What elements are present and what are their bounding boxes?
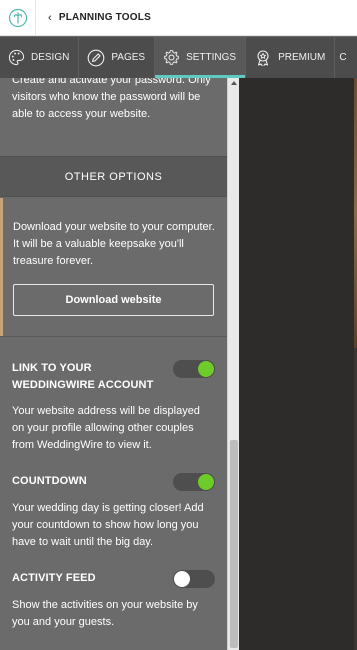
chevron-left-icon: ‹ — [48, 11, 52, 24]
scroll-thumb[interactable] — [230, 440, 238, 648]
app-logo[interactable] — [0, 0, 36, 36]
tab-settings-label: SETTINGS — [186, 52, 237, 63]
panel-scrollbar[interactable] — [227, 78, 239, 650]
tab-pages[interactable]: PAGES — [79, 37, 156, 78]
option-description: Your wedding day is getting closer! Add … — [12, 502, 204, 548]
scroll-up-arrow-icon[interactable] — [231, 81, 237, 85]
tab-overflow-label: C — [339, 52, 347, 63]
award-icon — [257, 49, 269, 66]
option-countdown: COUNTDOWN Your wedding day is getting cl… — [12, 473, 215, 551]
pencil-icon — [87, 49, 105, 66]
option-title: COUNTDOWN — [12, 475, 87, 487]
tab-premium-label: PREMIUM — [278, 52, 326, 63]
top-bar: ‹ PLANNING TOOLS — [0, 0, 357, 36]
password-description: Create and activate your password. Only … — [12, 78, 211, 120]
tab-overflow[interactable]: C — [335, 37, 350, 78]
tab-settings[interactable]: SETTINGS — [155, 37, 247, 78]
download-description: Download your website to your computer. … — [13, 221, 215, 267]
other-options-header: OTHER OPTIONS — [0, 156, 227, 197]
website-preview[interactable] — [239, 78, 357, 650]
option-description: Your website address will be displayed o… — [12, 405, 200, 451]
option-title: LINK TO YOUR WEDDINGWIRE ACCOUNT — [12, 362, 154, 391]
countdown-toggle[interactable] — [173, 473, 215, 491]
tab-design[interactable]: DESIGN — [0, 37, 80, 78]
other-options-title: OTHER OPTIONS — [64, 170, 163, 183]
tab-pages-label: PAGES — [111, 52, 146, 63]
flower-logo-icon — [8, 8, 27, 27]
back-link-planning-tools[interactable]: ‹ PLANNING TOOLS — [48, 12, 151, 24]
download-website-section: Download your website to your computer. … — [0, 198, 227, 336]
option-activity-feed: ACTIVITY FEED Show the activities on you… — [12, 570, 215, 631]
option-description: Show the activities on your website by y… — [12, 599, 198, 628]
palette-icon — [8, 49, 25, 66]
option-weddingwire-link: LINK TO YOUR WEDDINGWIRE ACCOUNT Your we… — [12, 360, 215, 454]
tab-premium[interactable]: PREMIUM — [246, 37, 336, 78]
settings-panel: Create and activate your password. Only … — [0, 78, 227, 650]
option-title: ACTIVITY FEED — [12, 572, 96, 584]
main-tabs: DESIGN PAGES SETTINGS PREMIUM C — [0, 37, 357, 78]
activity-feed-toggle[interactable] — [173, 570, 215, 588]
toggle-knob — [198, 361, 214, 377]
back-link-label: PLANNING TOOLS — [58, 12, 151, 23]
section-divider — [0, 336, 227, 337]
toggle-knob — [174, 571, 190, 587]
download-website-button[interactable]: Download website — [13, 284, 214, 316]
gear-icon — [164, 50, 179, 65]
weddingwire-link-toggle[interactable] — [173, 360, 215, 378]
toggle-knob — [198, 474, 214, 490]
tab-design-label: DESIGN — [31, 52, 70, 63]
